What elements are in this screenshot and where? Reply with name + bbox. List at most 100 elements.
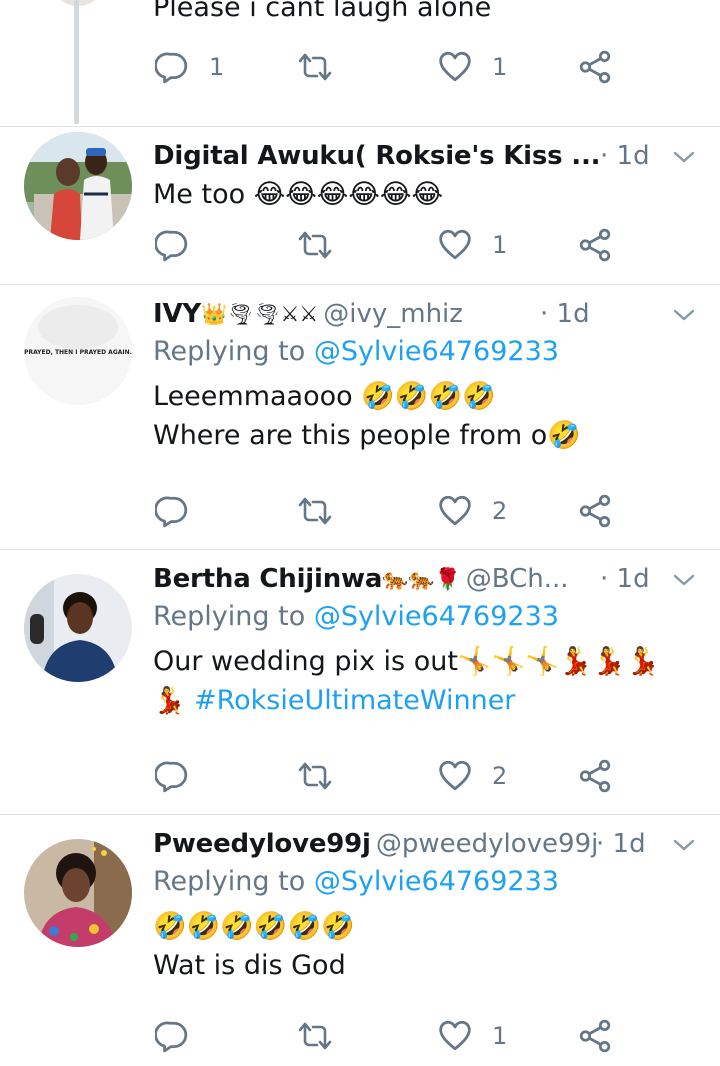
display-name[interactable]: Bertha Chijinwa (153, 560, 382, 598)
tweet-card[interactable]: PRAYED, THEN I PRAYED AGAIN. IVY👑🌪🌪⚔⚔ @i… (0, 284, 720, 549)
like-count: 2 (492, 497, 508, 525)
mention-link[interactable]: @Sylvie64769233 (314, 601, 559, 632)
replying-to-label: Replying to (153, 866, 306, 897)
retweet-button[interactable] (297, 1016, 333, 1056)
share-button[interactable] (578, 225, 612, 265)
tweet-card[interactable]: Digital Awuku( Roksie's Kiss ... · 1d Me… (0, 126, 720, 284)
mention-link[interactable]: @Sylvie64769233 (314, 866, 559, 897)
name-emoji: 🐅🐅🌹 (382, 567, 461, 591)
like-button[interactable]: 2 (438, 491, 507, 531)
display-name[interactable]: IVY (153, 295, 201, 333)
reply-button[interactable] (155, 225, 189, 265)
tweet-text: Wat is dis God (153, 950, 346, 981)
avatar[interactable] (24, 132, 132, 240)
retweet-icon (297, 1020, 333, 1052)
tweet-emoji: 💃 (153, 686, 186, 716)
tweet-header: Pweedylove99j @pweedylove99j · 1d (153, 825, 720, 863)
tweet-text: Leeemmaaooo 🤣🤣🤣🤣 (153, 381, 496, 412)
tweet-card[interactable]: Pweedylove99j @pweedylove99j · 1d Replyi… (0, 814, 720, 1066)
display-name[interactable]: Digital Awuku( Roksie's Kiss ... (153, 137, 601, 175)
reply-bubble-icon (155, 228, 189, 262)
share-button[interactable] (578, 756, 612, 796)
retweet-button[interactable] (297, 756, 333, 796)
reply-bubble-icon (155, 1019, 189, 1053)
like-button[interactable]: 1 (438, 1016, 507, 1056)
user-handle[interactable]: @ivy_mhiz (323, 295, 463, 333)
heart-icon (438, 494, 472, 528)
like-count: 1 (492, 53, 508, 81)
avatar-shirt-text: PRAYED, THEN I PRAYED AGAIN. (24, 349, 132, 356)
reply-button[interactable] (155, 491, 189, 531)
like-button[interactable]: 1 (438, 225, 507, 265)
like-count: 1 (492, 1022, 508, 1050)
tweet-header: Digital Awuku( Roksie's Kiss ... · 1d (153, 137, 720, 175)
timestamp[interactable]: · 1d (596, 825, 646, 863)
display-name[interactable]: Pweedylove99j (153, 825, 371, 863)
share-icon (578, 1019, 612, 1053)
tweet-actions: 2 (0, 756, 720, 796)
retweet-icon (297, 229, 333, 261)
like-button[interactable]: 2 (438, 756, 507, 796)
retweet-button[interactable] (297, 47, 333, 87)
timestamp[interactable]: · 1d (540, 295, 590, 333)
tweet-actions: 1 (0, 1016, 720, 1056)
retweet-icon (297, 495, 333, 527)
share-button[interactable] (578, 491, 612, 531)
timestamp[interactable]: · 1d (600, 137, 650, 175)
reply-count: 1 (209, 53, 225, 81)
avatar[interactable] (24, 574, 132, 682)
tweet-text: 🤣🤣🤣🤣🤣🤣 (153, 911, 355, 942)
reply-button[interactable]: 1 (155, 47, 224, 87)
replying-to-label: Replying to (153, 336, 306, 367)
avatar[interactable] (24, 839, 132, 947)
heart-icon (438, 1019, 472, 1053)
tweet-text-line-2: 💃 #RoksieUltimateWinner (153, 681, 720, 721)
tweet-header: Bertha Chijinwa🐅🐅🌹 @BCh... · 1d (153, 560, 720, 598)
tweet-actions: 1 (0, 225, 720, 265)
tweet-text: Our wedding pix is out🤸🤸🤸💃💃💃 (153, 646, 660, 677)
retweet-icon (297, 760, 333, 792)
share-button[interactable] (578, 47, 612, 87)
name-emoji: 👑🌪🌪⚔⚔ (201, 302, 319, 326)
tweet-actions: 2 (0, 491, 720, 531)
heart-icon (438, 228, 472, 262)
like-button[interactable]: 1 (438, 47, 507, 87)
tweet-header: IVY👑🌪🌪⚔⚔ @ivy_mhiz · 1d (153, 295, 720, 333)
replying-to: Replying to @Sylvie64769233 (153, 333, 720, 371)
share-icon (578, 228, 612, 262)
chevron-down-icon[interactable] (672, 835, 696, 855)
tweet-card[interactable]: Bertha Chijinwa🐅🐅🌹 @BCh... · 1d Replying… (0, 549, 720, 814)
user-handle[interactable]: @pweedylove99j (376, 825, 598, 863)
mention-link[interactable]: @Sylvie64769233 (314, 336, 559, 367)
reply-button[interactable] (155, 1016, 189, 1056)
like-count: 2 (492, 762, 508, 790)
share-button[interactable] (578, 1016, 612, 1056)
replying-to: Replying to @Sylvie64769233 (153, 863, 720, 901)
chevron-down-icon[interactable] (672, 147, 696, 167)
tweet-text: Please i cant laugh alone (153, 0, 492, 23)
retweet-button[interactable] (297, 225, 333, 265)
avatar[interactable]: PRAYED, THEN I PRAYED AGAIN. (24, 297, 132, 405)
retweet-icon (297, 51, 333, 83)
replying-to-label: Replying to (153, 601, 306, 632)
reply-bubble-icon (155, 759, 189, 793)
heart-icon (438, 759, 472, 793)
reply-bubble-icon (155, 50, 189, 84)
heart-icon (438, 50, 472, 84)
chevron-down-icon[interactable] (672, 305, 696, 325)
chevron-down-icon[interactable] (672, 570, 696, 590)
replying-to: Replying to @Sylvie64769233 (153, 598, 720, 636)
tweet-text: Me too 😂😂😂😂😂😂 (153, 179, 443, 210)
like-count: 1 (492, 231, 508, 259)
hashtag-link[interactable]: #RoksieUltimateWinner (194, 685, 515, 716)
user-handle[interactable]: @BCh... (466, 560, 569, 598)
tweet-text: Where are this people from o🤣 (153, 420, 581, 451)
share-icon (578, 50, 612, 84)
reply-bubble-icon (155, 494, 189, 528)
timestamp[interactable]: · 1d (600, 560, 650, 598)
share-icon (578, 759, 612, 793)
reply-button[interactable] (155, 756, 189, 796)
retweet-button[interactable] (297, 491, 333, 531)
tweet-actions: 1 1 (0, 47, 720, 87)
share-icon (578, 494, 612, 528)
